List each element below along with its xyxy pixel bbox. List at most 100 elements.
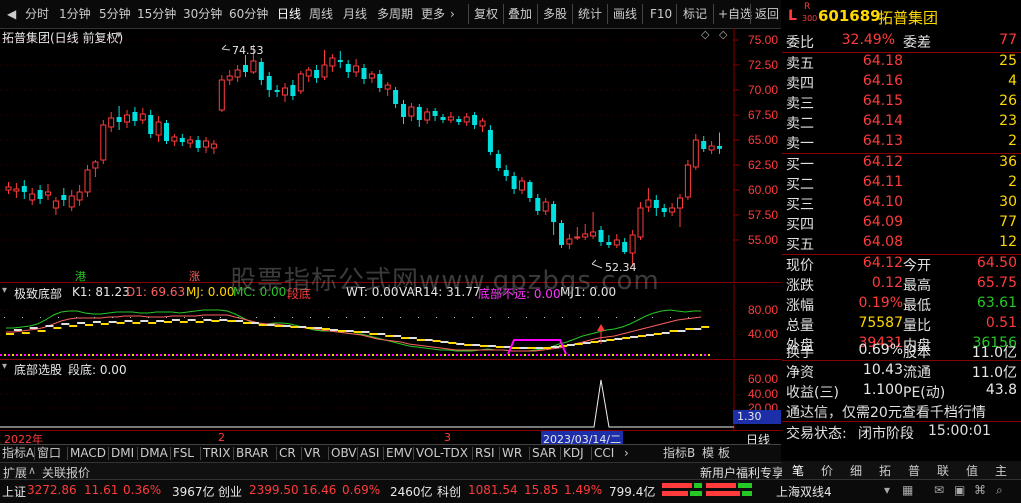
tab-cci[interactable]: CCI <box>594 446 614 461</box>
candlestick-chart[interactable]: 75.00 72.50 70.00 67.50 65.00 62.50 60.00 57.50… <box>0 28 781 282</box>
search-icon[interactable]: ⌕ <box>996 483 1003 498</box>
tab-cr[interactable]: CR <box>279 446 296 461</box>
series-k1-step <box>132 322 141 324</box>
ask-row[interactable]: 卖二 64.14 23 <box>782 113 1021 133</box>
tab-vol-tdx[interactable]: VOL-TDX <box>416 446 468 461</box>
tab-rsi[interactable]: RSI <box>475 446 495 461</box>
ask-row[interactable]: 卖一 64.13 2 <box>782 133 1021 153</box>
kline-chart-panel[interactable]: 拓普集团(日线 前复权) ▾ ◇ ◇ 75.00 72.50 70.00 67.50 6… <box>0 28 781 283</box>
grid-icon[interactable]: ▦ <box>902 483 913 497</box>
candle-up <box>297 73 304 92</box>
bid-row[interactable]: 买一 64.12 36 <box>782 154 1021 174</box>
bid-row[interactable]: 买三 64.10 30 <box>782 194 1021 214</box>
quote-tab-1[interactable]: 价 <box>821 462 833 479</box>
tab-mo[interactable]: 模 <box>702 446 714 461</box>
candle-down <box>472 115 478 125</box>
quote-tab-4[interactable]: 普 <box>908 462 920 479</box>
price-tick-label: 67.50 <box>748 108 778 122</box>
quote-tab-3[interactable]: 拓 <box>879 462 891 479</box>
tab-trix[interactable]: TRIX <box>203 446 230 461</box>
ask-label: 卖二 <box>786 116 814 132</box>
dropdown-icon[interactable]: ▾ <box>884 483 890 497</box>
tab-kdj[interactable]: KDJ <box>563 446 584 461</box>
baseline-dot <box>308 354 310 356</box>
dot-marker <box>40 317 41 318</box>
baseline-dot <box>372 354 374 356</box>
index-cy-label[interactable]: 创业 <box>218 483 242 500</box>
ask-row[interactable]: 卖四 64.16 4 <box>782 73 1021 93</box>
toolbar-5min[interactable]: 5分钟 <box>96 3 134 25</box>
toolbar-overlay[interactable]: 叠加 <box>505 3 535 25</box>
toolbar-60min[interactable]: 60分钟 <box>226 3 271 25</box>
tab-wr[interactable]: WR <box>502 446 522 461</box>
stat-value: 0.19% <box>858 295 903 311</box>
toolbar-multiperiod[interactable]: 多周期 <box>374 3 416 25</box>
message-icon[interactable]: ✉ <box>934 483 944 497</box>
toolbar-scroll-left-icon[interactable]: ◀ <box>4 3 19 25</box>
tab-窗口[interactable]: 窗口 <box>37 446 61 461</box>
toolbar-multistock[interactable]: 多股 <box>540 3 570 25</box>
toolbar-weekly[interactable]: 周线 <box>306 3 336 25</box>
expand-arrow-icon[interactable]: ∧ <box>28 464 36 477</box>
tab-sar[interactable]: SAR <box>532 446 556 461</box>
tab-asi[interactable]: ASI <box>360 446 379 461</box>
quote-tab-5[interactable]: 联 <box>937 462 949 479</box>
tab-brar[interactable]: BRAR <box>236 446 269 461</box>
tab-vr[interactable]: VR <box>304 446 321 461</box>
dot-marker <box>652 317 653 318</box>
toolbar-more-arrow-icon[interactable]: › <box>447 3 458 25</box>
toolbar-fenshi[interactable]: 分时 <box>22 3 52 25</box>
baseline-dot <box>392 354 394 356</box>
ask-row[interactable]: 卖三 64.15 26 <box>782 93 1021 113</box>
tab-ban[interactable]: 板 <box>718 446 730 461</box>
tab-scroll-right-icon[interactable]: › <box>624 446 629 461</box>
toolbar-mark[interactable]: 标记 <box>680 3 710 25</box>
toolbar-monthly[interactable]: 月线 <box>340 3 370 25</box>
quote-tab-7[interactable]: 主 <box>995 462 1007 479</box>
baseline-dot <box>544 354 546 356</box>
tab-dmi[interactable]: DMI <box>111 446 134 461</box>
quote-tab-6[interactable]: 值 <box>966 462 978 479</box>
toolbar-15min[interactable]: 15分钟 <box>134 3 179 25</box>
window-icon[interactable]: ▣ <box>954 483 965 497</box>
ad-text[interactable]: 通达信，仅需20元查看千档行情 <box>786 402 986 422</box>
tab-fsl[interactable]: FSL <box>173 446 194 461</box>
index-sh-label[interactable]: 上证 <box>2 483 26 500</box>
toolbar-30min[interactable]: 30分钟 <box>180 3 225 25</box>
tab-indicator-b[interactable]: 指标B <box>663 446 695 461</box>
candle-up <box>45 191 51 196</box>
tab-指标a[interactable]: 指标A <box>2 446 34 461</box>
toolbar-back[interactable]: 返回 <box>752 3 782 25</box>
series-k1-step <box>653 333 662 335</box>
series-k1-step <box>566 344 575 346</box>
tab-dma[interactable]: DMA <box>140 446 168 461</box>
candle-up <box>669 207 676 213</box>
chevron-down-icon[interactable]: ▾ <box>2 285 7 296</box>
quote-tab-0[interactable]: 笔 <box>792 462 804 479</box>
toolbar-1min[interactable]: 1分钟 <box>56 3 94 25</box>
toolbar-draw[interactable]: 画线 <box>610 3 640 25</box>
baseline-dot <box>240 354 242 356</box>
bid-row[interactable]: 买五 64.08 12 <box>782 234 1021 254</box>
bid-row[interactable]: 买二 64.11 2 <box>782 174 1021 194</box>
toolbar-more[interactable]: 更多 <box>418 3 448 25</box>
index-kc-label[interactable]: 科创 <box>437 483 461 500</box>
ask-row[interactable]: 卖五 64.18 25 <box>782 53 1021 73</box>
toolbar-fuquan[interactable]: 复权 <box>471 3 501 25</box>
toolbar-f10[interactable]: F10 <box>647 3 675 25</box>
candle-down <box>416 107 422 120</box>
tab-obv[interactable]: OBV <box>331 446 357 461</box>
toolbar-stats[interactable]: 统计 <box>575 3 605 25</box>
tab-emv[interactable]: EMV <box>386 446 412 461</box>
baseline-dot <box>304 354 306 356</box>
dot-marker <box>454 317 455 318</box>
indicator-panel-dibuxuangu[interactable]: 60.00 40.00 20.00 ▾ 底部选股 段底: 0.00 1.30 <box>0 360 781 430</box>
bid-row[interactable]: 买四 64.09 77 <box>782 214 1021 234</box>
tab-macd[interactable]: MACD <box>70 446 106 461</box>
toolbar-daily[interactable]: 日线 <box>274 3 304 25</box>
link-icon[interactable]: ⌘ <box>974 483 986 497</box>
quote-tab-2[interactable]: 细 <box>850 462 862 479</box>
stat-label: 净资 <box>786 365 814 381</box>
bid-price: 64.11 <box>862 174 903 190</box>
chevron-down-icon[interactable]: ▾ <box>2 361 7 372</box>
